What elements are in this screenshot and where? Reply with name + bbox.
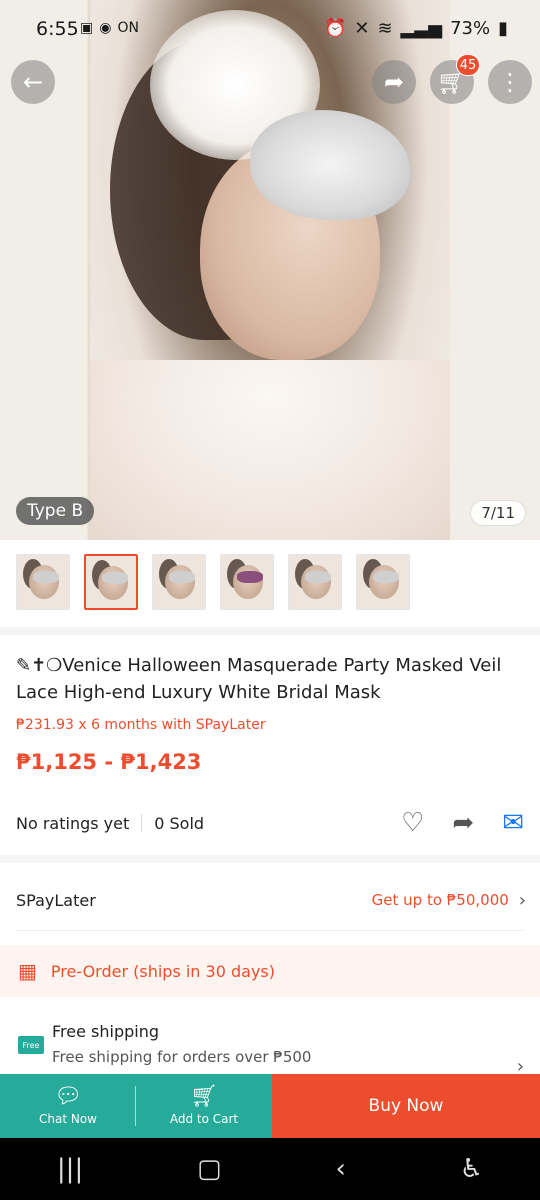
product-title: ✎✝❍Venice Halloween Masquerade Party Mas…: [16, 655, 502, 703]
share-icon: ➦: [383, 68, 405, 96]
free-shipping-truck-icon: Free: [18, 1036, 44, 1054]
action-separator: [135, 1086, 136, 1126]
photo-dress: [90, 360, 450, 540]
thumbnail[interactable]: [152, 554, 206, 610]
calendar-icon: ▦: [18, 959, 37, 983]
alarm-icon: ⏰: [323, 18, 347, 39]
thumbnail-mask: [237, 571, 263, 583]
shipping-subtitle: Free shipping for orders over ₱500: [52, 1048, 312, 1066]
add-to-cart-button[interactable]: 🛒︎ Add to Cart: [136, 1074, 272, 1138]
rating-separator: [141, 814, 143, 832]
back-nav-icon[interactable]: ‹: [335, 1154, 345, 1184]
arrow-left-icon: ←: [22, 68, 44, 96]
spaylater-row[interactable]: SPayLater Get up to ₱50,000 ›: [16, 882, 526, 918]
thumbnail[interactable]: [220, 554, 274, 610]
installment-text[interactable]: ₱231.93 x 6 months with SPayLater: [16, 717, 266, 733]
more-vertical-icon: ⋮: [498, 68, 522, 96]
signal-icon: ▂▃▅: [400, 18, 443, 39]
thumbnail-strip: [16, 554, 410, 610]
spaylater-offer: Get up to ₱50,000: [371, 891, 509, 909]
sold-count: 0 Sold: [154, 813, 205, 833]
share-icon[interactable]: ➦: [452, 808, 474, 838]
battery-icon: ▮: [498, 18, 508, 39]
preorder-banner: ▦ Pre-Order (ships in 30 days): [0, 945, 540, 997]
bottom-action-bar: 💬︎ Chat Now 🛒︎ Add to Cart Buy Now: [0, 1074, 540, 1138]
messenger-share-icon[interactable]: ✉: [502, 808, 524, 838]
thumbnail[interactable]: [16, 554, 70, 610]
on-icon: ON: [117, 20, 139, 36]
chat-bubble-icon: 💬︎: [54, 1084, 82, 1109]
spaylater-label: SPayLater: [16, 890, 96, 910]
product-image[interactable]: ← ➦ 🛒︎ 45 ⋮ Type B 7/11: [0, 0, 540, 540]
wifi-icon: ≋: [377, 18, 393, 39]
buy-now-label: Buy Now: [368, 1096, 444, 1116]
status-notification-icons: ▣ ◉ ON: [80, 20, 139, 36]
ratings-text: No ratings yet: [16, 813, 130, 833]
battery-level: 73%: [450, 18, 491, 39]
more-button[interactable]: ⋮: [488, 60, 532, 104]
system-nav-bar: ||| ▢ ‹ ♿︎: [0, 1138, 540, 1200]
variant-label: Type B: [16, 497, 95, 525]
section-divider: [0, 627, 540, 635]
status-system-icons: ⏰ ✕ ≋ ▂▃▅ 73% ▮: [324, 18, 508, 39]
thumbnail[interactable]: [288, 554, 342, 610]
messenger-icon: ◉: [99, 20, 112, 36]
thumbnail-mask: [102, 572, 128, 584]
back-button[interactable]: ←: [11, 60, 55, 104]
add-to-cart-label: Add to Cart: [169, 1112, 239, 1126]
accessibility-icon[interactable]: ♿︎: [460, 1154, 483, 1184]
free-shipping-badge: Free: [22, 1040, 40, 1050]
mute-icon: ✕: [354, 18, 370, 39]
price-range: ₱1,125 - ₱1,423: [16, 750, 202, 774]
shipping-title: Free shipping: [52, 1022, 160, 1041]
rating-row: No ratings yet 0 Sold ♡ ➦ ✉: [16, 808, 524, 838]
thumbnail[interactable]: [356, 554, 410, 610]
thumbnail-mask: [33, 571, 59, 583]
preorder-label: Pre-Order (ships in 30 days): [50, 961, 275, 981]
share-button[interactable]: ➦: [372, 60, 416, 104]
image-icon: ▣: [80, 20, 94, 36]
chevron-right-icon: ›: [518, 889, 526, 911]
recent-apps-icon[interactable]: |||: [57, 1154, 83, 1184]
cart-plus-icon: 🛒︎: [190, 1084, 218, 1109]
status-bar: 6:55 ▣ ◉ ON ⏰ ✕ ≋ ▂▃▅ 73% ▮: [0, 0, 540, 62]
chat-now-button[interactable]: 💬︎ Chat Now: [0, 1074, 136, 1138]
product-actions: ♡ ➦ ✉: [401, 808, 524, 838]
status-time: 6:55: [36, 18, 79, 40]
image-counter: 7/11: [470, 500, 526, 526]
section-divider: [0, 855, 540, 863]
divider-line: [16, 930, 524, 931]
thumbnail-mask: [305, 571, 331, 583]
thumbnail-mask: [373, 571, 399, 583]
thumbnail-mask: [169, 571, 195, 583]
chat-now-label: Chat Now: [39, 1112, 97, 1126]
buy-now-button[interactable]: Buy Now: [272, 1074, 540, 1138]
secondary-actions: 💬︎ Chat Now 🛒︎ Add to Cart: [0, 1074, 272, 1138]
cart-button[interactable]: 🛒︎ 45: [430, 54, 480, 104]
thumbnail-active[interactable]: [84, 554, 138, 610]
heart-icon[interactable]: ♡: [401, 808, 424, 838]
home-icon[interactable]: ▢: [197, 1154, 222, 1184]
